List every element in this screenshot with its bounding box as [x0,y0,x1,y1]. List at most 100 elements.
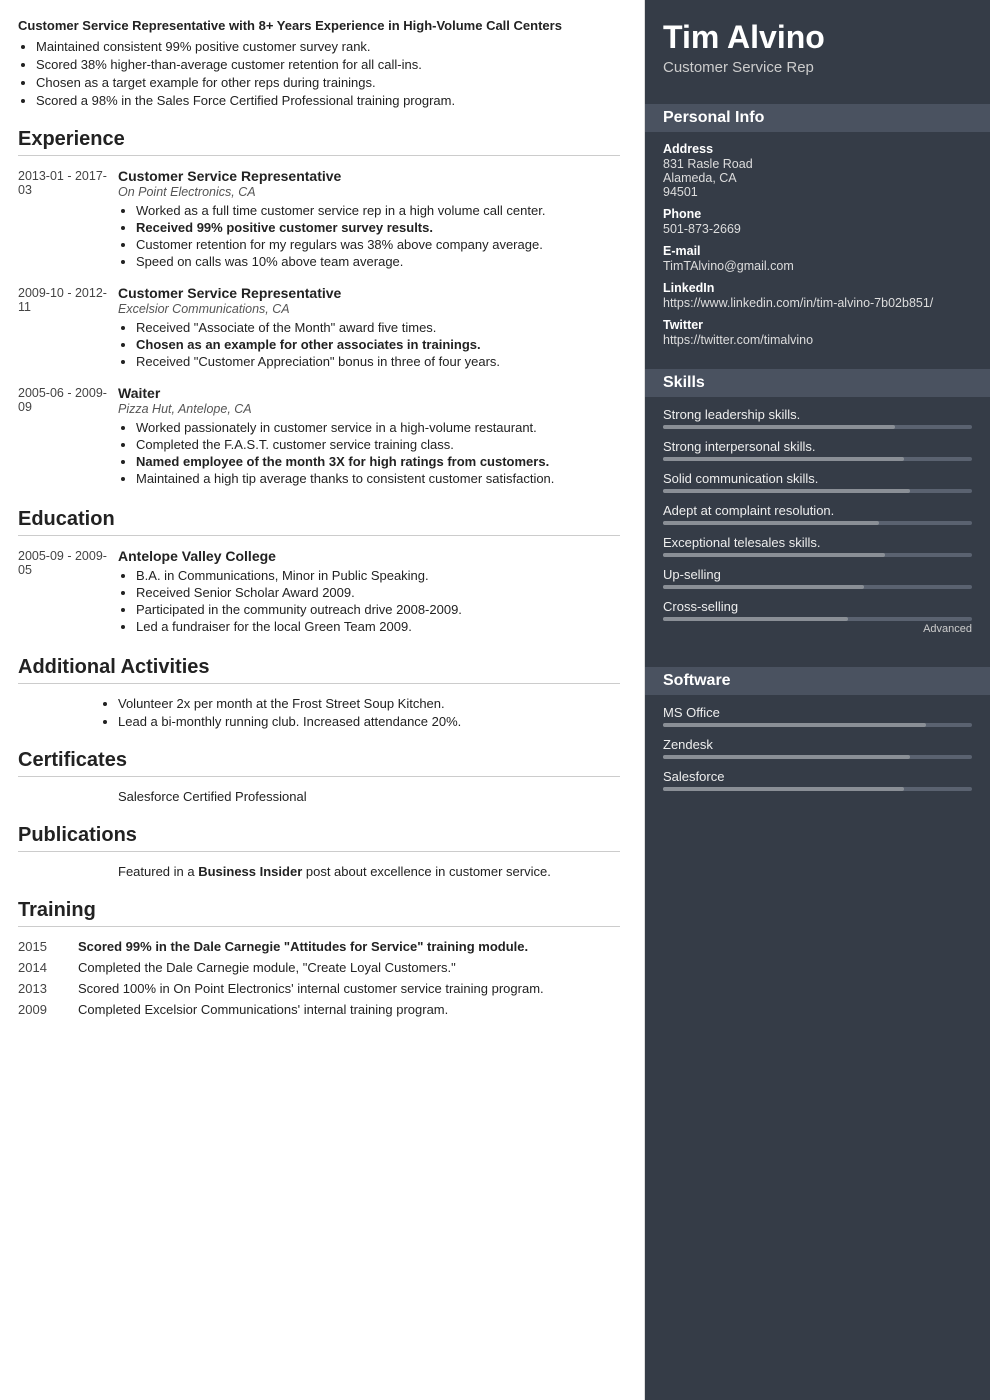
candidate-name: Tim Alvino [663,20,972,55]
training-year: 2015 [18,939,78,954]
summary-bullet: Scored a 98% in the Sales Force Certifie… [36,93,620,108]
experience-section: Experience 2013-01 - 2017-03Customer Ser… [18,128,620,488]
software-item: Zendesk [663,737,972,759]
skill-name: Exceptional telesales skills. [663,535,972,550]
software-bar-bg [663,755,972,759]
summary-bullet: Scored 38% higher-than-average customer … [36,57,620,72]
exp-job-title: Waiter [118,385,620,401]
software-name: Salesforce [663,769,972,784]
training-item: 2009Completed Excelsior Communications' … [18,1002,620,1017]
pub-text-before: Featured in a [118,864,198,879]
summary-section: Customer Service Representative with 8+ … [18,18,620,108]
experience-item: 2005-06 - 2009-09WaiterPizza Hut, Antelo… [18,385,620,488]
address-value: 831 Rasle RoadAlameda, CA94501 [663,157,972,199]
exp-job-title: Customer Service Representative [118,285,620,301]
exp-bullet: Received 99% positive customer survey re… [136,220,620,235]
software-bar-bg [663,787,972,791]
software-name: Zendesk [663,737,972,752]
software-bar-fill [663,755,910,759]
certificates-section: Certificates Salesforce Certified Profes… [18,749,620,804]
skill-bar-fill [663,425,895,429]
experience-item: 2009-10 - 2012-11Customer Service Repres… [18,285,620,371]
exp-bullets: Worked as a full time customer service r… [118,203,620,269]
skill-item: Strong interpersonal skills. [663,439,972,461]
exp-job-title: Customer Service Representative [118,168,620,184]
right-column: Tim Alvino Customer Service Rep Personal… [645,0,990,1400]
publications-section: Publications Featured in a Business Insi… [18,824,620,879]
summary-bullet: Chosen as a target example for other rep… [36,75,620,90]
skill-name: Adept at complaint resolution. [663,503,972,518]
personal-info-section: Personal Info Address 831 Rasle RoadAlam… [645,92,990,357]
skill-item: Adept at complaint resolution. [663,503,972,525]
skill-bar-bg [663,489,972,493]
skill-bar-fill [663,521,879,525]
skill-bar-fill [663,617,848,621]
skill-bar-fill [663,553,885,557]
exp-company: On Point Electronics, CA [118,185,620,199]
software-item: Salesforce [663,769,972,791]
skill-item: Solid communication skills. [663,471,972,493]
exp-bullet: Speed on calls was 10% above team averag… [136,254,620,269]
linkedin-value: https://www.linkedin.com/in/tim-alvino-7… [663,296,972,310]
software-name: MS Office [663,705,972,720]
certificates-heading: Certificates [18,749,620,777]
phone-value: 501-873-2669 [663,222,972,236]
exp-bullet: Customer retention for my regulars was 3… [136,237,620,252]
exp-company: Excelsior Communications, CA [118,302,620,316]
skill-name: Solid communication skills. [663,471,972,486]
training-item: 2015Scored 99% in the Dale Carnegie "Att… [18,939,620,954]
skill-bar-bg [663,521,972,525]
exp-bullet: Maintained a high tip average thanks to … [136,471,620,486]
edu-content: Antelope Valley CollegeB.A. in Communica… [118,548,620,636]
education-item: 2005-09 - 2009-05Antelope Valley College… [18,548,620,636]
candidate-title: Customer Service Rep [663,59,972,76]
exp-content: Customer Service RepresentativeOn Point … [118,168,620,271]
skill-name: Strong leadership skills. [663,407,972,422]
exp-bullet: Received "Associate of the Month" award … [136,320,620,335]
exp-bullets: Worked passionately in customer service … [118,420,620,486]
exp-date: 2005-06 - 2009-09 [18,385,118,488]
skill-bar-bg [663,617,972,621]
skill-item: Cross-selling Advanced [663,599,972,635]
edu-date: 2005-09 - 2009-05 [18,548,118,636]
education-section: Education 2005-09 - 2009-05Antelope Vall… [18,508,620,636]
training-section: Training 2015Scored 99% in the Dale Carn… [18,899,620,1017]
advanced-label-row: Advanced [663,623,972,635]
exp-bullet: Completed the F.A.S.T. customer service … [136,437,620,452]
experience-heading: Experience [18,128,620,156]
edu-bullet: Participated in the community outreach d… [136,602,620,617]
email-label: E-mail [663,244,972,258]
exp-bullet: Chosen as an example for other associate… [136,337,620,352]
skill-name: Strong interpersonal skills. [663,439,972,454]
skill-name: Cross-selling [663,599,972,614]
skill-item: Strong leadership skills. [663,407,972,429]
skill-bar-bg [663,457,972,461]
exp-bullet: Worked as a full time customer service r… [136,203,620,218]
skill-item: Exceptional telesales skills. [663,535,972,557]
skill-bar-bg [663,585,972,589]
edu-bullets: B.A. in Communications, Minor in Public … [118,568,620,634]
exp-content: WaiterPizza Hut, Antelope, CAWorked pass… [118,385,620,488]
left-column: Customer Service Representative with 8+ … [0,0,645,1400]
right-header: Tim Alvino Customer Service Rep [645,0,990,92]
training-year: 2009 [18,1002,78,1017]
software-section: Software MS OfficeZendeskSalesforce [645,655,990,811]
exp-bullets: Received "Associate of the Month" award … [118,320,620,369]
skill-bar-fill [663,489,910,493]
skill-item: Up-selling [663,567,972,589]
training-desc: Scored 100% in On Point Electronics' int… [78,981,620,996]
exp-bullet: Received "Customer Appreciation" bonus i… [136,354,620,369]
skill-bar-bg [663,553,972,557]
training-item: 2013Scored 100% in On Point Electronics'… [18,981,620,996]
personal-info-heading: Personal Info [645,104,990,132]
address-label: Address [663,142,972,156]
software-item: MS Office [663,705,972,727]
skill-bar-fill [663,457,904,461]
education-heading: Education [18,508,620,536]
training-desc: Scored 99% in the Dale Carnegie "Attitud… [78,939,620,954]
edu-bullet: Received Senior Scholar Award 2009. [136,585,620,600]
summary-title: Customer Service Representative with 8+ … [18,18,620,33]
activity-bullet: Lead a bi-monthly running club. Increase… [118,714,620,729]
skill-bar-bg [663,425,972,429]
exp-bullet: Worked passionately in customer service … [136,420,620,435]
